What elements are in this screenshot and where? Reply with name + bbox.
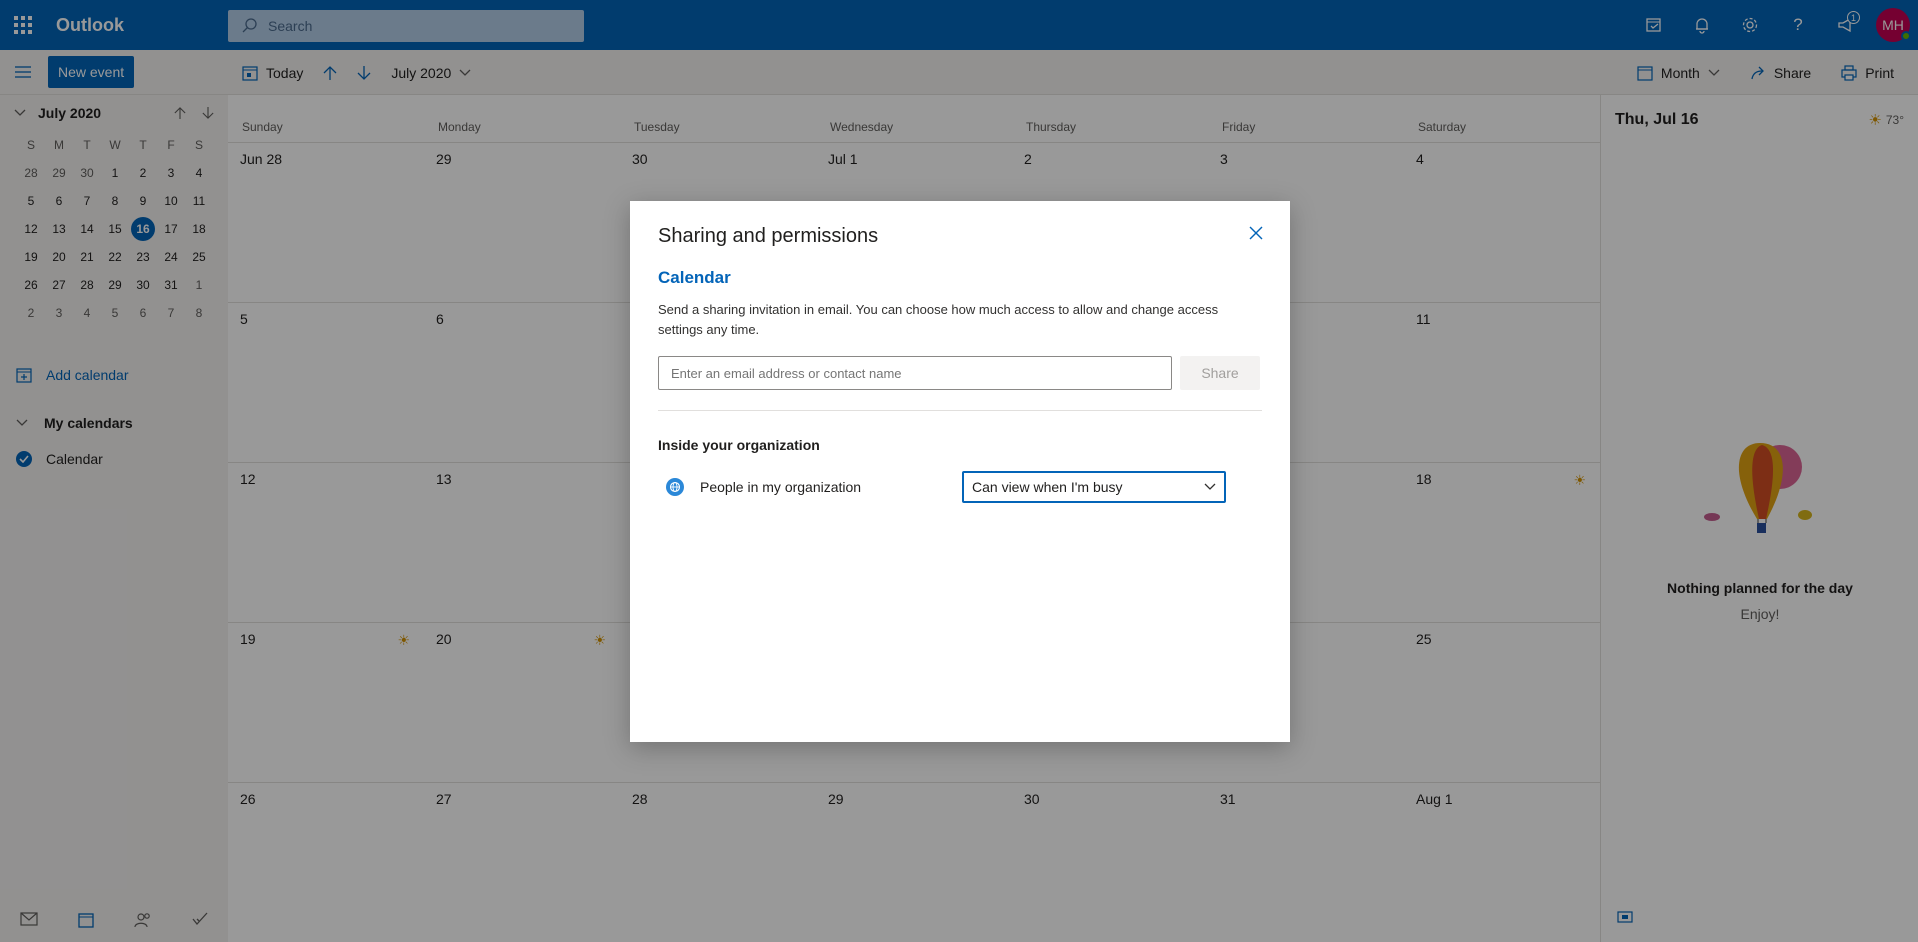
dialog-calendar-name: Calendar [658, 268, 731, 287]
close-icon [1249, 226, 1263, 240]
close-button[interactable] [1248, 225, 1266, 243]
chevron-down-icon [1204, 483, 1216, 490]
dialog-title: Sharing and permissions [658, 225, 879, 247]
permission-dropdown[interactable]: Can view when I'm busy [962, 471, 1226, 503]
sharing-dialog: Sharing and permissions Calendar Send a … [630, 201, 1290, 742]
invite-row: Share [658, 356, 1262, 390]
share-button[interactable]: Share [1180, 356, 1260, 390]
dialog-description: Send a sharing invitation in email. You … [658, 302, 1219, 337]
permission-value: Can view when I'm busy [972, 479, 1123, 495]
divider [658, 410, 1262, 411]
permission-label: People in my organization [700, 479, 862, 495]
permission-row: People in my organization Can view when … [658, 471, 1262, 503]
organization-icon [666, 478, 684, 496]
email-input[interactable] [658, 356, 1172, 390]
section-title: Inside your organization [658, 437, 820, 453]
